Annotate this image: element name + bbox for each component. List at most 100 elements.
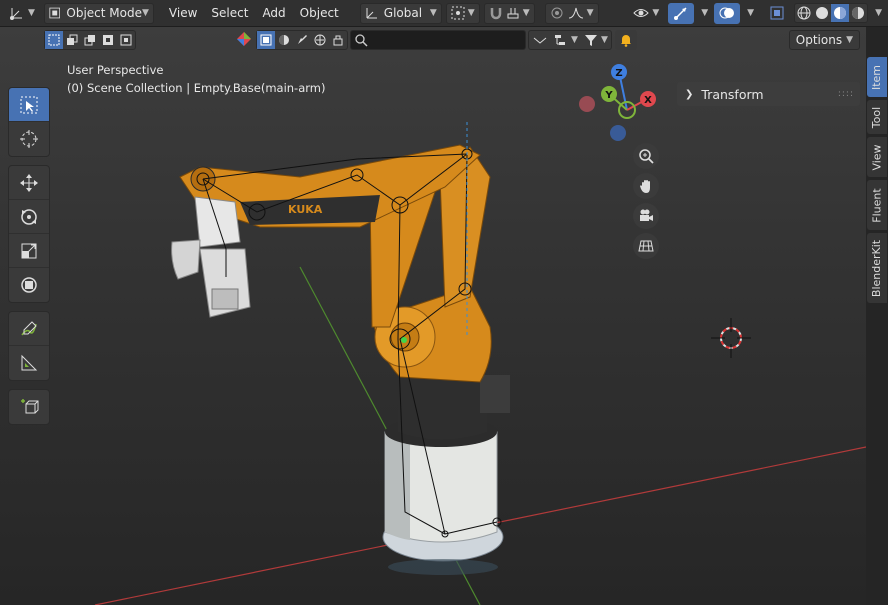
wireframe-shading-icon[interactable]: [795, 4, 813, 22]
measure-tool[interactable]: [9, 346, 49, 380]
orientation-label: Global: [383, 6, 423, 20]
scale-icon: [21, 243, 37, 258]
axis-editor-icon: [10, 8, 22, 20]
camera-icon[interactable]: [633, 203, 659, 229]
pivot-dropdown[interactable]: ▼: [445, 2, 480, 24]
xray-toggle[interactable]: [764, 3, 790, 24]
sidebar-tabs: Item Tool View Fluent BlenderKit: [866, 27, 888, 605]
filter-tools: ▼ ▼: [528, 30, 612, 50]
object-mode-icon: [49, 7, 60, 19]
3d-cursor: [711, 318, 751, 358]
select-new-icon[interactable]: [45, 31, 63, 49]
proportional-edit-toggle[interactable]: ▼: [544, 2, 599, 24]
tab-view-label: View: [870, 143, 884, 171]
chevron-down-icon: ▼: [429, 8, 437, 18]
select-extend-icon[interactable]: [63, 31, 81, 49]
drag-handle-icon[interactable]: ::::: [838, 89, 854, 99]
rotate-tool[interactable]: [9, 200, 49, 234]
gizmo-toggle[interactable]: [668, 2, 695, 24]
menu-object[interactable]: Object: [293, 6, 346, 20]
grid-ortho-icon[interactable]: [633, 233, 659, 259]
gizmo-icon: [674, 7, 687, 20]
move-tool[interactable]: [9, 166, 49, 200]
filter-object-icon[interactable]: [257, 31, 275, 49]
3d-viewport[interactable]: KUKA Z Y X User Perspective (0) Scene Co…: [0, 27, 866, 605]
chevron-down-icon[interactable]: ▼: [875, 8, 882, 18]
chevron-down-icon[interactable]: ▼: [701, 8, 708, 18]
collapse-icon[interactable]: [529, 31, 551, 49]
menu-add[interactable]: Add: [255, 6, 292, 20]
color-palette-icon[interactable]: [236, 31, 252, 50]
viewport-header: ▼ Object Mode ▼ View Select Add Object G…: [0, 0, 888, 27]
filter-brush-icon[interactable]: [293, 31, 311, 49]
menu-select[interactable]: Select: [204, 6, 255, 20]
options-label: Options: [795, 33, 843, 47]
collection-label: (0) Scene Collection | Empty.Base(main-a…: [67, 81, 326, 95]
snap-increment-icon: [507, 8, 519, 19]
material-shading-icon[interactable]: [831, 4, 850, 22]
global-axes-icon: [366, 8, 377, 19]
chevron-down-icon: ▼: [846, 35, 853, 45]
pan-hand-icon[interactable]: [633, 173, 659, 199]
chevron-down-icon: ▼: [467, 8, 475, 18]
tab-tool-label: Tool: [870, 106, 884, 128]
annotate-tool[interactable]: [9, 312, 49, 346]
filter-world-icon[interactable]: [311, 31, 329, 49]
tab-item-label: Item: [870, 64, 884, 90]
snap-dropdown[interactable]: ▼: [483, 2, 535, 24]
menu-view[interactable]: View: [162, 6, 204, 20]
transform-tool[interactable]: [9, 268, 49, 302]
rendered-shading-icon[interactable]: [849, 4, 867, 22]
select-invert-icon[interactable]: [99, 31, 117, 49]
gizmo-z-label: Z: [615, 68, 622, 79]
select-box-tool[interactable]: [9, 88, 49, 122]
falloff-curve-icon: [568, 7, 583, 19]
tab-blenderkit[interactable]: BlenderKit: [867, 233, 887, 303]
xray-icon: [770, 6, 784, 20]
visibility-dropdown[interactable]: ▼: [628, 3, 664, 24]
tab-fluent[interactable]: Fluent: [867, 180, 887, 230]
transform-panel[interactable]: ❯ Transform ::::: [677, 82, 860, 106]
filter-scene-icon[interactable]: [329, 31, 347, 49]
filter-material-icon[interactable]: [275, 31, 293, 49]
orientation-dropdown[interactable]: Global ▼: [359, 2, 442, 24]
bell-icon[interactable]: [615, 30, 637, 50]
select-cursor-icon: [20, 96, 38, 113]
transform-panel-title: Transform: [701, 86, 764, 102]
chevron-down-icon: ▼: [142, 8, 149, 18]
tab-item[interactable]: Item: [867, 57, 887, 97]
eye-icon: [633, 9, 650, 17]
shading-modes: [794, 3, 869, 23]
select-subtract-icon[interactable]: [81, 31, 99, 49]
scale-tool[interactable]: [9, 234, 49, 268]
options-dropdown[interactable]: Options ▼: [788, 30, 860, 50]
tab-view[interactable]: View: [867, 137, 887, 177]
overlays-toggle[interactable]: [714, 2, 741, 24]
cursor-tool[interactable]: [9, 122, 49, 156]
chevron-down-icon[interactable]: ▼: [747, 8, 754, 18]
cursor-target-icon: [20, 130, 38, 148]
chevron-down-icon: ▼: [586, 8, 594, 18]
editor-type-button[interactable]: ▼: [4, 3, 40, 24]
select-mode-buttons: [44, 30, 136, 50]
gizmo-x-label: X: [644, 95, 652, 106]
solid-shading-icon[interactable]: [813, 4, 831, 22]
ruler-icon: [21, 354, 38, 371]
scene-canvas: KUKA Z Y X: [94, 64, 866, 605]
perspective-label: User Perspective: [67, 63, 164, 77]
select-intersect-icon[interactable]: [117, 31, 135, 49]
tab-tool[interactable]: Tool: [867, 100, 887, 134]
filter-funnel-icon[interactable]: ▼: [581, 31, 611, 49]
mode-dropdown[interactable]: Object Mode ▼: [43, 2, 154, 24]
add-cube-tool[interactable]: [9, 390, 49, 424]
kuka-logo-text: KUKA: [288, 203, 323, 216]
overlay-icon: [719, 7, 735, 19]
tool-shelf: [8, 87, 50, 433]
origin-point: [401, 337, 407, 343]
search-input[interactable]: [350, 30, 526, 50]
search-icon: [355, 33, 368, 47]
zoom-icon[interactable]: [633, 143, 659, 169]
orientation-gizmo: Z Y X: [579, 64, 656, 141]
hierarchy-icon[interactable]: ▼: [551, 31, 581, 49]
proportional-edit-icon: [551, 7, 563, 19]
